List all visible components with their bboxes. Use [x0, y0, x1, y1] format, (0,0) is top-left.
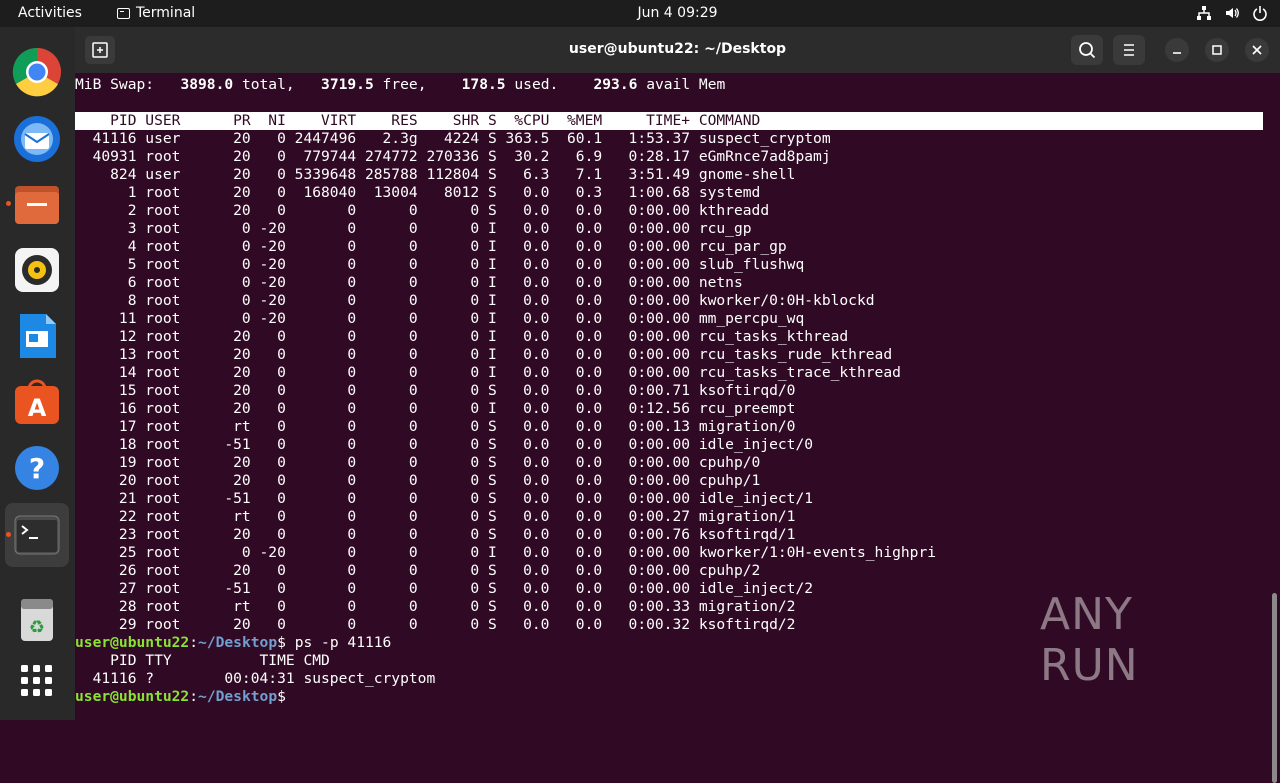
- terminal-icon[interactable]: [6, 510, 62, 560]
- maximize-button[interactable]: [1205, 38, 1229, 62]
- table-row: 40931 root 20 0 779744 274772 270336 S 3…: [75, 148, 831, 165]
- files-icon[interactable]: [6, 179, 62, 229]
- table-row: 19 root 20 0 0 0 0 S 0.0 0.0 0:00.00 cpu…: [75, 454, 761, 471]
- table-row: 14 root 20 0 0 0 0 I 0.0 0.0 0:00.00 rcu…: [75, 364, 901, 381]
- show-apps-icon[interactable]: [12, 657, 62, 707]
- search-button[interactable]: [1071, 35, 1103, 65]
- watermark-text: ANY RUN: [1040, 589, 1139, 691]
- trash-icon[interactable]: ♻: [12, 595, 62, 645]
- table-row: 41116 user 20 0 2447496 2.3g 4224 S 363.…: [75, 130, 831, 147]
- help-icon[interactable]: ?: [12, 443, 62, 493]
- table-row: 824 user 20 0 5339648 285788 112804 S 6.…: [75, 166, 796, 183]
- table-row: 12 root 20 0 0 0 0 I 0.0 0.0 0:00.00 rcu…: [75, 328, 849, 345]
- table-row: 4 root 0 -20 0 0 0 I 0.0 0.0 0:00.00 rcu…: [75, 238, 787, 255]
- swap-free-label: free,: [382, 76, 427, 93]
- svg-text:♻: ♻: [29, 617, 45, 638]
- close-icon: [1252, 45, 1262, 55]
- table-row: 20 root 20 0 0 0 0 S 0.0 0.0 0:00.00 cpu…: [75, 472, 761, 489]
- table-row: 1 root 20 0 168040 13004 8012 S 0.0 0.3 …: [75, 184, 761, 201]
- table-row: 2 root 20 0 0 0 0 S 0.0 0.0 0:00.00 kthr…: [75, 202, 770, 219]
- table-row: 13 root 20 0 0 0 0 I 0.0 0.0 0:00.00 rcu…: [75, 346, 893, 363]
- swap-avail: 293.6: [593, 76, 638, 93]
- running-indicator: [6, 201, 11, 206]
- network-icon: [1196, 5, 1212, 21]
- swap-used: 178.5: [461, 76, 506, 93]
- ps-header: PID TTY TIME CMD: [75, 652, 330, 669]
- swap-total: 3898.0: [180, 76, 234, 93]
- swap-total-label: total,: [241, 76, 295, 93]
- system-tray[interactable]: [1196, 5, 1268, 21]
- swap-free: 3719.5: [321, 76, 374, 93]
- swap-avail-label: avail Mem: [646, 76, 726, 93]
- table-row: 6 root 0 -20 0 0 0 I 0.0 0.0 0:00.00 net…: [75, 274, 743, 291]
- maximize-icon: [1212, 45, 1222, 55]
- swap-line: MiB Swap: 3898.0 total, 3719.5 free, 178…: [75, 76, 725, 94]
- command-text: ps -p 41116: [285, 634, 392, 651]
- writer-icon[interactable]: [12, 311, 62, 361]
- watermark-logo: ANY RUN: [1040, 589, 1240, 691]
- swap-prefix: MiB Swap:: [75, 76, 155, 93]
- prompt-sep: :: [189, 634, 199, 651]
- table-row: 11 root 0 -20 0 0 0 I 0.0 0.0 0:00.00 mm…: [75, 310, 805, 327]
- power-icon: [1252, 5, 1268, 21]
- table-row: 23 root 20 0 0 0 0 S 0.0 0.0 0:00.76 kso…: [75, 526, 796, 543]
- prompt-path: ~/Desktop: [198, 688, 278, 705]
- minimize-icon: [1173, 52, 1181, 54]
- rhythmbox-icon[interactable]: [12, 245, 62, 295]
- thunderbird-icon[interactable]: [12, 113, 62, 163]
- menu-button[interactable]: [1113, 35, 1145, 65]
- swap-used-label: used.: [514, 76, 559, 93]
- table-row: 3 root 0 -20 0 0 0 I 0.0 0.0 0:00.00 rcu…: [75, 220, 752, 237]
- current-prompt-line[interactable]: user@ubuntu22:~/Desktop$: [75, 688, 286, 706]
- svg-text:A: A: [28, 394, 47, 422]
- svg-text:?: ?: [29, 452, 45, 485]
- table-row: 8 root 0 -20 0 0 0 I 0.0 0.0 0:00.00 kwo…: [75, 292, 875, 309]
- scrollbar[interactable]: [1272, 593, 1277, 783]
- search-icon: [1079, 42, 1096, 59]
- table-row: 25 root 0 -20 0 0 0 I 0.0 0.0 0:00.00 kw…: [75, 544, 937, 561]
- table-row: 26 root 20 0 0 0 0 S 0.0 0.0 0:00.00 cpu…: [75, 562, 761, 579]
- dock: A ? ♻: [0, 27, 75, 720]
- table-row: 28 root rt 0 0 0 0 S 0.0 0.0 0:00.33 mig…: [75, 598, 796, 615]
- top-bar: Activities Terminal Jun 4 09:29: [0, 0, 1280, 27]
- ps-row: 41116 ? 00:04:31 suspect_cryptom: [75, 670, 436, 687]
- prompt-dollar: $: [277, 688, 286, 705]
- table-row: 22 root rt 0 0 0 0 S 0.0 0.0 0:00.27 mig…: [75, 508, 796, 525]
- table-row: 29 root 20 0 0 0 0 S 0.0 0.0 0:00.32 kso…: [75, 616, 796, 633]
- terminal-titlebar: user@ubuntu22: ~/Desktop: [75, 27, 1280, 73]
- table-row: 18 root -51 0 0 0 0 S 0.0 0.0 0:00.00 id…: [75, 436, 814, 453]
- process-table-header: PID USER PR NI VIRT RES SHR S %CPU %MEM …: [75, 112, 1263, 130]
- table-row: 21 root -51 0 0 0 0 S 0.0 0.0 0:00.00 id…: [75, 490, 814, 507]
- running-indicator: [6, 532, 11, 537]
- table-row: 17 root rt 0 0 0 0 S 0.0 0.0 0:00.13 mig…: [75, 418, 796, 435]
- clock[interactable]: Jun 4 09:29: [0, 5, 1280, 21]
- table-row: 27 root -51 0 0 0 0 S 0.0 0.0 0:00.00 id…: [75, 580, 814, 597]
- hamburger-icon: [1124, 44, 1134, 56]
- prompt-dollar: $: [277, 634, 286, 651]
- table-row: 5 root 0 -20 0 0 0 I 0.0 0.0 0:00.00 slu…: [75, 256, 805, 273]
- prompt-sep: :: [189, 688, 199, 705]
- prompt-line: user@ubuntu22:~/Desktop$ ps -p 41116: [75, 634, 391, 652]
- prompt-user: user@ubuntu22: [75, 634, 190, 651]
- prompt-path: ~/Desktop: [198, 634, 278, 651]
- volume-icon: [1224, 5, 1240, 21]
- close-button[interactable]: [1245, 38, 1269, 62]
- chrome-icon[interactable]: [12, 47, 62, 97]
- prompt-user: user@ubuntu22: [75, 688, 190, 705]
- minimize-button[interactable]: [1165, 38, 1189, 62]
- table-row: 15 root 20 0 0 0 0 S 0.0 0.0 0:00.71 kso…: [75, 382, 796, 399]
- table-row: 16 root 20 0 0 0 0 I 0.0 0.0 0:12.56 rcu…: [75, 400, 796, 417]
- app-center-icon[interactable]: A: [12, 377, 62, 427]
